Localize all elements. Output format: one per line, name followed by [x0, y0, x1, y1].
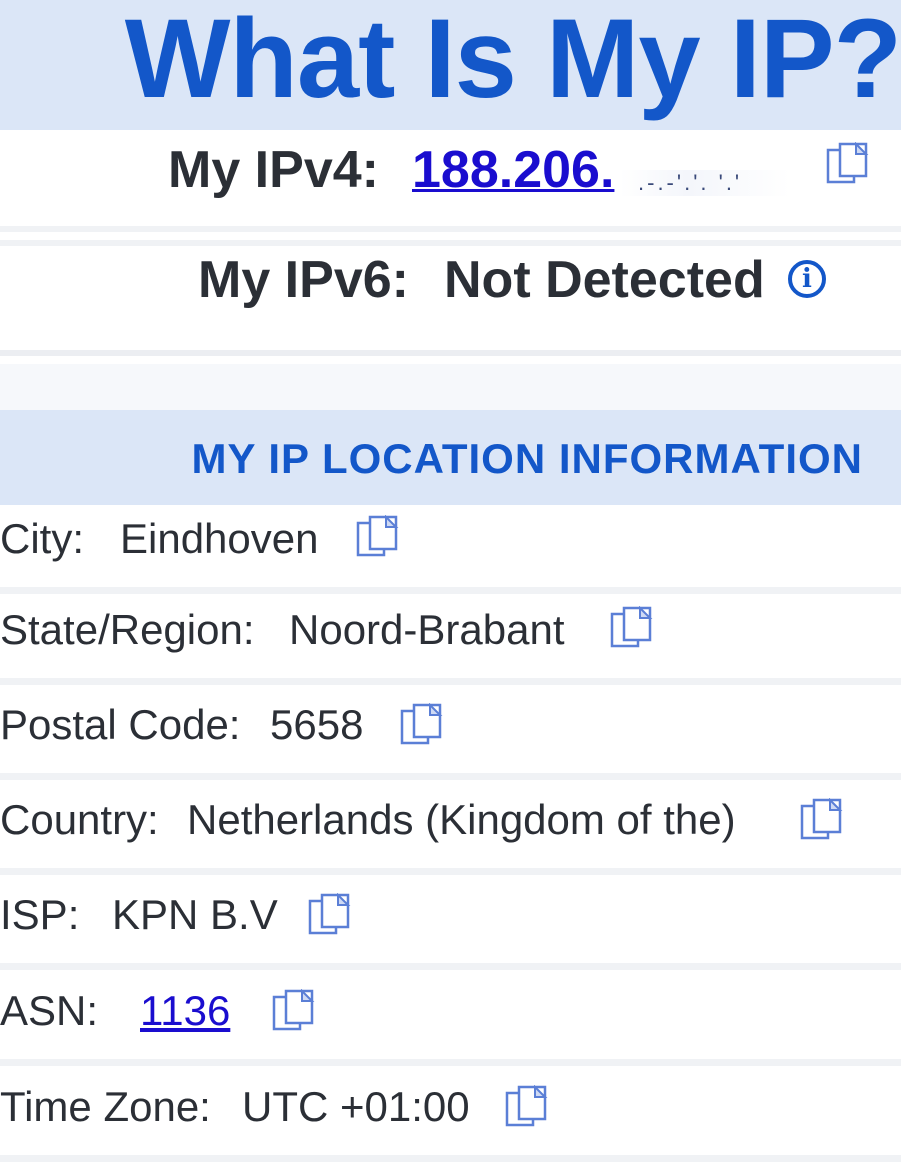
copy-icon[interactable] [308, 893, 352, 937]
copy-icon[interactable] [272, 989, 316, 1033]
ipv4-masked-suffix: .-.-'.'. '.' [638, 170, 743, 195]
postal-code-value: 5658 [270, 701, 364, 748]
city-value: Eindhoven [120, 515, 319, 562]
isp-value: KPN B.V [112, 891, 278, 938]
asn-label: ASN: [0, 987, 99, 1034]
ipv4-redacted-portion: .-.-'.'. '.' [620, 170, 790, 196]
asn-value-link[interactable]: 1136 [140, 987, 230, 1035]
section-spacer [0, 364, 901, 410]
time-zone-label: Time Zone: [0, 1083, 211, 1130]
location-heading: MY IP LOCATION INFORMATION [191, 435, 863, 482]
country-label: Country: [0, 796, 159, 843]
copy-icon[interactable] [505, 1085, 549, 1129]
info-icon[interactable]: i [788, 260, 826, 298]
country-value: Netherlands (Kingdom of the) [187, 796, 736, 843]
copy-icon[interactable] [800, 798, 844, 842]
state-value: Noord-Brabant [289, 606, 565, 653]
location-section-header: MY IP LOCATION INFORMATION [0, 410, 901, 505]
info-row-city: City: Eindhoven [0, 505, 901, 594]
info-row-asn: ASN: 1136 [0, 977, 901, 1066]
info-row-country: Country: Netherlands (Kingdom of the) [0, 786, 901, 875]
isp-label: ISP: [0, 891, 80, 938]
info-row-postal-code: Postal Code: 5658 [0, 691, 901, 780]
copy-icon[interactable] [826, 142, 870, 186]
copy-icon[interactable] [400, 703, 444, 747]
state-label: State/Region: [0, 606, 255, 653]
site-header: What Is My IP? [0, 0, 901, 130]
ipv4-label: My IPv4: [168, 141, 379, 199]
info-row-state: State/Region: Noord-Brabant [0, 596, 901, 685]
ipv6-value: Not Detected [444, 251, 765, 309]
ipv4-value-link[interactable]: 188.206. [412, 140, 614, 200]
info-row-isp: ISP: KPN B.V [0, 881, 901, 970]
copy-icon[interactable] [610, 606, 654, 650]
time-zone-value: UTC +01:00 [242, 1083, 470, 1130]
ipv6-label: My IPv6: [198, 251, 409, 309]
city-label: City: [0, 515, 84, 562]
page-title: What Is My IP? [124, 0, 901, 121]
postal-code-label: Postal Code: [0, 701, 241, 748]
info-row-time-zone: Time Zone: UTC +01:00 [0, 1073, 901, 1162]
copy-icon[interactable] [356, 515, 400, 559]
